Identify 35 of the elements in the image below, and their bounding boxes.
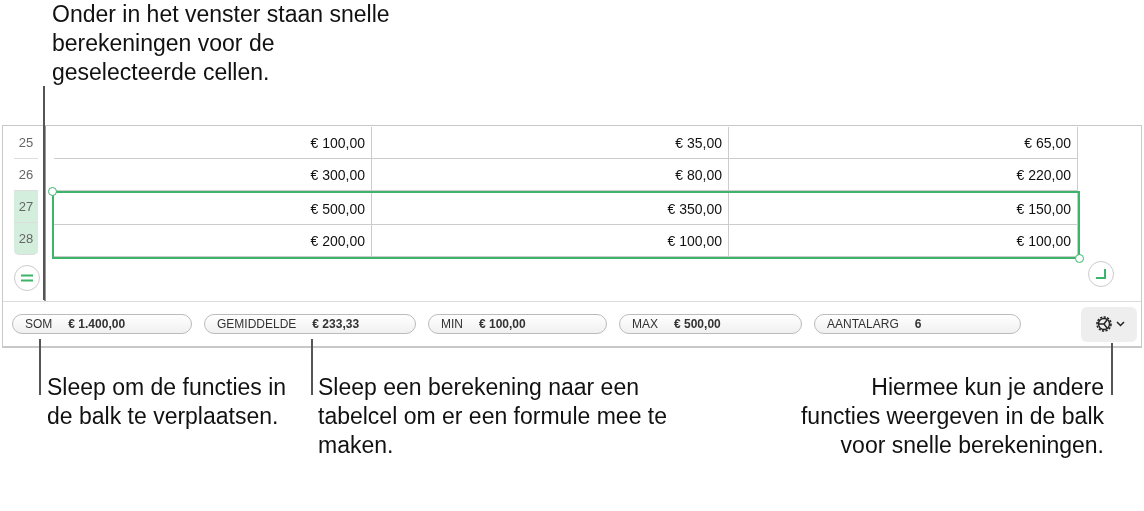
quick-calc-chip[interactable]: AANTALARG 6 [814,314,1021,334]
callout-text: Onder in het venster staan snelle berekeningen voor de geselecteerde cellen. [52,0,391,87]
row-number[interactable]: 27 [14,191,38,223]
table-cell: € 220,00 [729,159,1078,191]
corner-icon [1096,269,1106,279]
equals-icon [21,274,33,282]
callout-text: Sleep om de functies in de balk te verplaatsen. [47,373,288,431]
settings-button[interactable] [1081,306,1137,342]
selection-handle[interactable] [48,187,57,196]
table-cell: € 500,00 [54,193,372,225]
row-number[interactable]: 28 [14,223,38,255]
table-cell: € 35,00 [372,127,729,159]
table-cell: € 200,00 [54,225,372,257]
table-cell: € 150,00 [729,193,1078,225]
table-cell: € 100,00 [372,225,729,257]
gear-icon [1093,314,1114,334]
leader-line [311,339,313,395]
formula-button[interactable] [14,265,40,291]
table-cell: € 100,00 [729,225,1078,257]
resize-button[interactable] [1088,261,1114,287]
quick-calc-chip[interactable]: SOM € 1.400,00 [12,314,192,334]
table-cell: € 300,00 [54,159,372,191]
table-cell: € 65,00 [729,127,1078,159]
callout-text: Sleep een berekening naar een tabelcel om er een formule mee te maken. [318,373,668,460]
chevron-down-icon [1115,321,1125,327]
quick-calc-chip[interactable]: GEMIDDELDE € 233,33 [204,314,416,334]
table-cell: € 80,00 [372,159,729,191]
callout-text: Hiermee kun je andere functies weergeven in de balk voor snelle berekeningen. [799,373,1104,460]
table-cell: € 350,00 [372,193,729,225]
leader-line [1111,343,1113,395]
quick-calc-chip[interactable]: MAX € 500,00 [619,314,802,334]
table-cell: € 100,00 [54,127,372,159]
quick-calc-chip[interactable]: MIN € 100,00 [428,314,607,334]
leader-line [39,339,41,395]
selection-handle[interactable] [1075,254,1084,263]
